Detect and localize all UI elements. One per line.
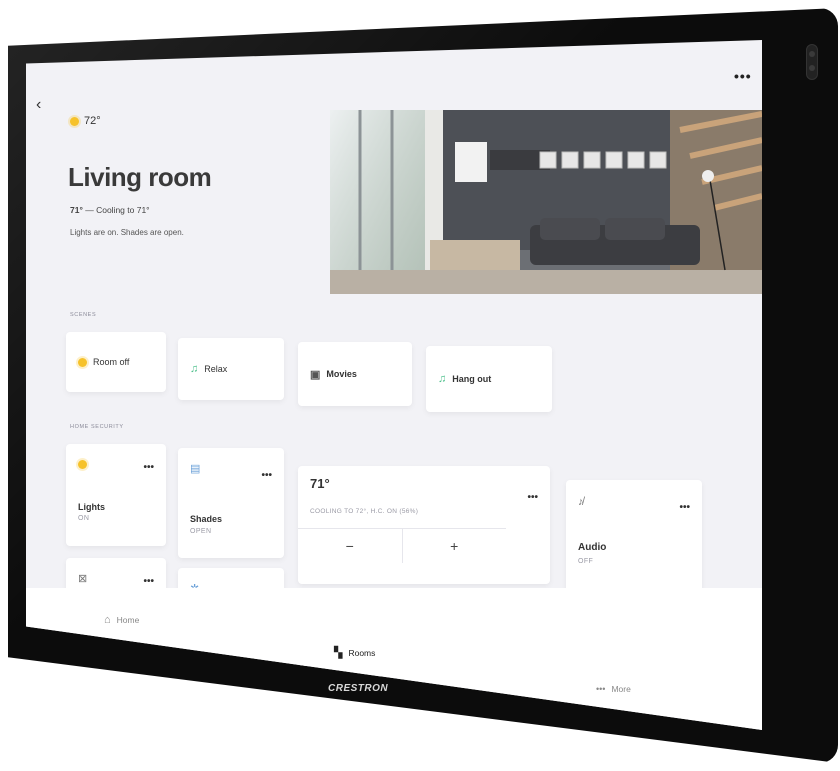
lights-status: ON [78,515,90,522]
shades-status: OPEN [190,528,212,535]
nav-rooms[interactable]: ▚ Rooms [334,646,375,659]
thermostat-controls: − + [298,528,506,563]
scene-label: Room off [93,357,130,367]
shades-more-button[interactable]: ••• [261,470,272,481]
header-more-button[interactable]: ••• [734,68,752,84]
scene-label: Hang out [452,374,492,384]
scene-room-off[interactable]: Room off [66,332,166,392]
shades-title: Shades [190,514,223,524]
room-current-temp: 71° [70,205,83,215]
more-icon: ••• [596,684,606,694]
lights-title: Lights [78,502,105,512]
brand-logo: CRESTRON [328,683,389,694]
room-climate-status: 71° — Cooling to 71° [70,205,150,215]
nav-home[interactable]: ⌂ Home [104,614,139,626]
scene-relax[interactable]: ♫ Relax [178,338,284,400]
sun-icon [78,460,87,469]
thermostat-tile[interactable]: 71° ••• COOLING TO 72°, H.C. ON (56%) − … [298,466,550,584]
back-button[interactable]: ‹ [36,96,41,114]
security-label: HOME SECURITY [70,424,124,430]
room-photo [330,110,762,294]
page-title: Living room [68,162,212,192]
scene-movies[interactable]: ▣ Movies [298,342,412,406]
nav-home-label: Home [116,615,140,625]
outdoor-temp: 72° [84,115,101,127]
weather-readout: 72° [70,115,101,127]
thermostat-status: COOLING TO 72°, H.C. ON (56%) [310,508,419,515]
nav-more[interactable]: ••• More [596,684,631,694]
nav-rooms-label: Rooms [348,647,376,658]
lights-tile[interactable]: ••• Lights ON [66,444,166,546]
display-more-button[interactable]: ••• [143,576,154,587]
music-note-icon: ♫ [438,373,447,385]
scene-label: Movies [326,369,357,379]
thermostat-minus-button[interactable]: − [298,529,403,563]
scene-hang-out[interactable]: ♫ Hang out [426,346,552,412]
touch-screen: ••• ‹ 72° Living room 71° — Cooling to 7… [26,40,762,730]
thermostat-value: 71° [310,476,330,491]
audio-status: OFF [578,558,594,565]
sun-icon [70,116,79,126]
audio-title: Audio [578,542,607,553]
thermostat-more-button[interactable]: ••• [527,492,538,503]
shades-tile[interactable]: ▤ ••• Shades OPEN [178,448,284,558]
lights-more-button[interactable]: ••• [143,462,154,473]
scene-label: Relax [204,364,228,374]
rooms-icon: ▚ [334,647,343,659]
shade-icon: ▤ [190,463,201,475]
audio-more-button[interactable]: ••• [679,502,690,513]
scenes-label: SCENES [70,312,97,318]
music-note-icon: ♫ [190,363,199,375]
nav-more-label: More [611,684,631,694]
display-off-icon: ⊠ [78,573,88,585]
thermostat-plus-button[interactable]: + [403,529,507,563]
home-icon: ⌂ [104,614,111,626]
sun-icon [78,357,87,367]
audio-tile[interactable]: ♪̸ ••• Audio OFF [566,480,702,600]
speaker-muted-icon: ♪̸ [578,496,584,508]
tv-icon: ▣ [310,368,321,381]
camera-sensor [806,44,818,80]
room-description: Lights are on. Shades are open. [70,228,184,237]
room-status-suffix: — Cooling to 71° [82,205,150,215]
